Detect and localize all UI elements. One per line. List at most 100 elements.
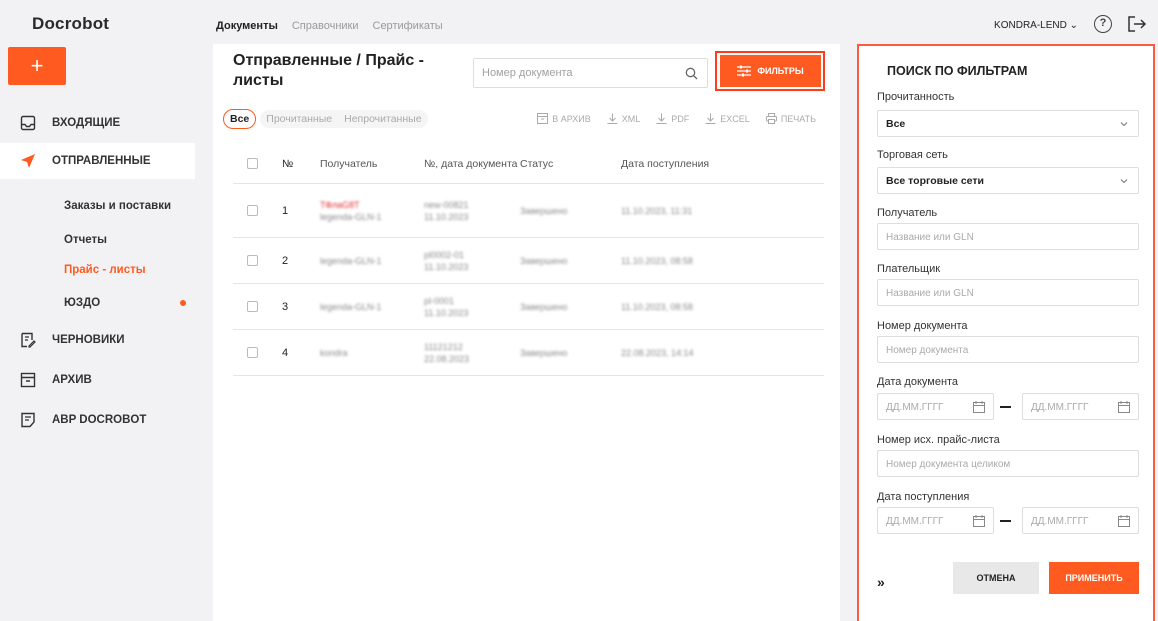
- received-label: Дата поступления: [877, 491, 970, 503]
- date-placeholder: ДД.ММ.ГГГГ: [886, 516, 944, 527]
- payer-label: Плательщик: [877, 263, 941, 275]
- send-icon: [21, 154, 35, 168]
- topnav-certificates[interactable]: Сертификаты: [373, 20, 443, 32]
- table-row[interactable]: 3 legenda-GLN-1 pl-0001 11.10.2023 Завер…: [233, 284, 824, 330]
- read-status-select[interactable]: Все: [877, 110, 1139, 137]
- doc-number: pl0002-01: [424, 249, 465, 260]
- docrobot-logo[interactable]: Docrobot: [32, 14, 109, 34]
- row-number: 4: [282, 346, 289, 359]
- calendar-icon[interactable]: [973, 401, 985, 413]
- table-row[interactable]: 1 ТФлаG8T legenda-GLN-1 new-00821 11.10.…: [233, 184, 824, 238]
- calendar-icon[interactable]: [973, 515, 985, 527]
- sidebar-item-inbox[interactable]: ВХОДЯЩИЕ: [0, 105, 195, 141]
- subnav-price-lists[interactable]: Прайс - листы: [64, 264, 146, 276]
- received-from-field[interactable]: ДД.ММ.ГГГГ: [877, 507, 994, 534]
- filters-button[interactable]: ФИЛЬТРЫ: [720, 55, 821, 87]
- draft-icon: [21, 332, 36, 348]
- payer-field[interactable]: Название или GLN: [877, 279, 1139, 306]
- download-icon: [705, 113, 716, 124]
- page-title: Отправленные / Прайс - листы: [233, 52, 424, 89]
- cancel-button[interactable]: ОТМЕНА: [953, 562, 1039, 594]
- printer-icon: [765, 113, 777, 124]
- subnav-reports[interactable]: Отчеты: [64, 234, 107, 246]
- col-status[interactable]: Статус: [520, 158, 621, 170]
- docdate-to-field[interactable]: ДД.ММ.ГГГГ: [1022, 393, 1139, 420]
- xml-action[interactable]: XML: [607, 113, 640, 124]
- subnav-yuzdo[interactable]: ЮЗДО: [64, 297, 100, 309]
- archive-action[interactable]: В АРХИВ: [537, 113, 591, 124]
- read-status-value: Все: [886, 118, 906, 130]
- chain-label: Торговая сеть: [877, 149, 948, 161]
- document-icon: [21, 412, 35, 428]
- received-date: 11.10.2023, 08:58: [621, 255, 693, 266]
- main-content: Отправленные / Прайс - листы ФИЛЬТРЫ Все…: [213, 44, 840, 621]
- chip-read[interactable]: Прочитанные: [260, 110, 338, 128]
- print-action[interactable]: ПЕЧАТЬ: [765, 113, 816, 124]
- sidebar-item-label: АРХИВ: [52, 374, 92, 386]
- select-all-checkbox[interactable]: [247, 158, 258, 169]
- row-checkbox[interactable]: [247, 205, 258, 216]
- calendar-icon[interactable]: [1118, 401, 1130, 413]
- doc-date: 11.10.2023: [424, 261, 469, 272]
- received-to-field[interactable]: ДД.ММ.ГГГГ: [1022, 507, 1139, 534]
- collapse-panel-button[interactable]: »: [877, 574, 885, 590]
- document-search-input[interactable]: [474, 59, 674, 87]
- table-row[interactable]: 4 kondra 11121212 22.08.2023 Завершено 2…: [233, 330, 824, 376]
- row-checkbox[interactable]: [247, 255, 258, 266]
- download-icon: [656, 113, 667, 124]
- recipient-gln: legenda-GLN-1: [320, 211, 382, 222]
- unread-dot: [180, 300, 186, 306]
- row-checkbox[interactable]: [247, 301, 258, 312]
- archive-icon: [537, 113, 549, 124]
- sidebar-item-drafts[interactable]: ЧЕРНОВИКИ: [0, 322, 195, 358]
- logout-icon[interactable]: [1126, 14, 1148, 34]
- docdate-from-field[interactable]: ДД.ММ.ГГГГ: [877, 393, 994, 420]
- doc-number: new-00821: [424, 199, 469, 210]
- row-number: 2: [282, 254, 289, 267]
- help-icon[interactable]: ?: [1094, 15, 1112, 33]
- date-placeholder: ДД.ММ.ГГГГ: [1031, 402, 1089, 413]
- chip-unread[interactable]: Непрочитанные: [338, 110, 427, 128]
- pdf-action-label: PDF: [671, 113, 690, 124]
- topnav-references[interactable]: Справочники: [292, 20, 359, 32]
- col-recipient[interactable]: Получатель: [320, 158, 424, 170]
- download-icon: [607, 113, 618, 124]
- chip-all[interactable]: Все: [223, 109, 257, 129]
- create-button[interactable]: +: [8, 47, 66, 85]
- row-number: 3: [282, 300, 289, 313]
- row-checkbox[interactable]: [247, 347, 258, 358]
- received-date: 22.08.2023, 14:14: [621, 347, 694, 358]
- excel-action[interactable]: EXCEL: [705, 113, 750, 124]
- recipient-gln: legenda-GLN-1: [320, 255, 382, 266]
- date-range-dash: [1000, 406, 1011, 408]
- read-status-label: Прочитанность: [877, 91, 955, 103]
- calendar-icon[interactable]: [1118, 515, 1130, 527]
- col-doc[interactable]: №, дата документа: [424, 158, 520, 170]
- table-row[interactable]: 2 legenda-GLN-1 pl0002-01 11.10.2023 Зав…: [233, 238, 824, 284]
- docdate-label: Дата документа: [877, 376, 959, 388]
- chain-select[interactable]: Все торговые сети: [877, 167, 1139, 194]
- sidebar-item-archive[interactable]: АРХИВ: [0, 362, 195, 398]
- filters-button-label: ФИЛЬТРЫ: [757, 66, 804, 76]
- sidebar-item-sent[interactable]: ОТПРАВЛЕННЫЕ: [0, 143, 195, 179]
- apply-button[interactable]: ПРИМЕНИТЬ: [1049, 562, 1139, 594]
- pdf-action[interactable]: PDF: [656, 113, 689, 124]
- col-number: №: [282, 157, 294, 170]
- read-filter-chips: Все Прочитанные Непрочитанные: [223, 109, 428, 129]
- search-box: [473, 58, 708, 88]
- recipient-field[interactable]: Название или GLN: [877, 223, 1139, 250]
- pricelist-field[interactable]: Номер документа целиком: [877, 450, 1139, 477]
- filter-panel-title: ПОИСК ПО ФИЛЬТРАМ: [887, 64, 1028, 78]
- search-icon[interactable]: [685, 67, 698, 80]
- doc-date: 11.10.2023: [424, 307, 469, 318]
- sidebar-item-abp[interactable]: ABP DOCROBOT: [0, 402, 195, 438]
- docnum-field[interactable]: Номер документа: [877, 336, 1139, 363]
- subnav-orders[interactable]: Заказы и поставки: [64, 200, 171, 212]
- pricelist-label: Номер исх. прайс-листа: [877, 434, 1000, 446]
- user-menu[interactable]: KONDRA-LEND ⌄: [994, 20, 1078, 31]
- sliders-icon: [737, 65, 752, 77]
- col-received[interactable]: Дата поступления: [621, 158, 781, 170]
- sidebar: + ВХОДЯЩИЕ ОТПРАВЛЕННЫЕ Заказы и поставк…: [0, 44, 195, 621]
- topnav-documents[interactable]: Документы: [216, 20, 278, 32]
- sidebar-item-label: ОТПРАВЛЕННЫЕ: [52, 155, 151, 167]
